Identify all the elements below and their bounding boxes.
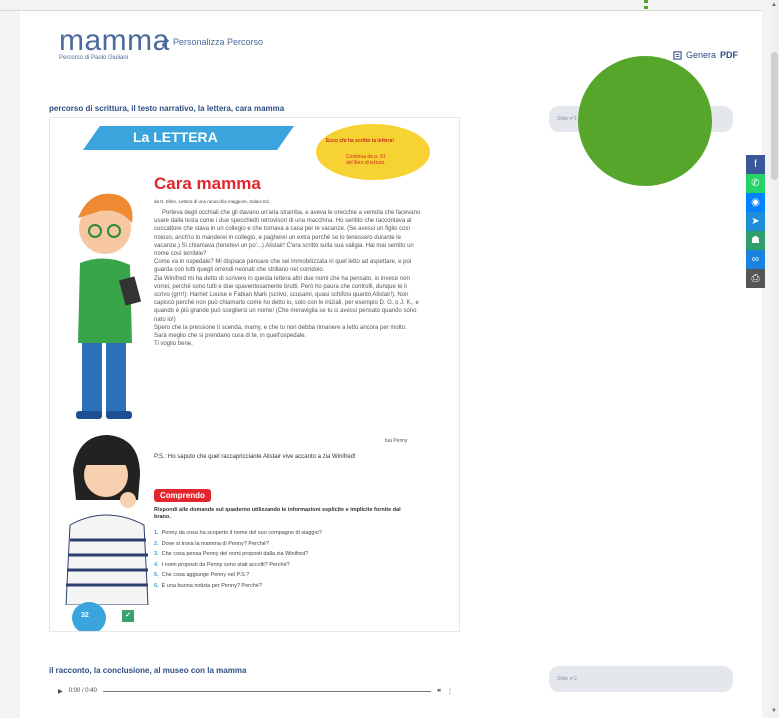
question-text: Penny da cosa ha scoperto il nome del su…	[161, 530, 322, 536]
audio-time: 0:00 / 0:40	[68, 688, 97, 694]
letter-paragraph: Spero che la pressione ti scenda, mamy, …	[154, 324, 407, 331]
personalize-link[interactable]: Personalizza Percorso	[161, 37, 263, 47]
page: mamma Personalizza Percorso Percorso di …	[0, 0, 779, 718]
sticker-top: Ecco chi ha scritto la lettera!	[326, 138, 395, 144]
author-line: Percorso di Paolo Giuliani	[59, 55, 129, 61]
letter-paragraph: Sarà meglio che si prendano cura di te, …	[154, 333, 307, 340]
book-sticker: Ecco chi ha scritto la lettera! Continua…	[316, 124, 430, 180]
letter-paragraph: Porteva degli occhiali che gli davano un…	[154, 210, 421, 258]
question-item: 4. I nomi proposti da Penny sono stati ac…	[154, 560, 322, 571]
page-number: 32	[72, 602, 106, 631]
question-text: Dove si trova la mamma di Penny? Perché?	[161, 540, 269, 547]
more-options-icon[interactable]: ⋮	[447, 688, 453, 695]
classroom-icon[interactable]: ☗	[746, 231, 765, 250]
green-circle[interactable]	[578, 56, 712, 186]
facebook-icon[interactable]: f	[746, 155, 765, 174]
pdf-icon	[673, 50, 682, 60]
question-item: 3. Che cosa pensa Penny dei nomi proposti…	[154, 549, 322, 560]
question-item: 5. Che cosa aggiunge Penny nel P.S.?	[154, 570, 322, 581]
scrollbar-thumb[interactable]	[771, 52, 778, 180]
pencil-icon	[161, 38, 170, 46]
letter-body: Porteva degli occhiali che gli davano un…	[154, 209, 424, 348]
question-number: 6.	[154, 582, 159, 589]
play-icon[interactable]: ▶	[58, 688, 63, 695]
scroll-down-icon[interactable]: ▼	[771, 708, 777, 714]
scroll-up-icon[interactable]: ▲	[771, 2, 777, 8]
slide-label-2[interactable]: Slide nº2	[549, 666, 733, 692]
boy-illustration	[76, 193, 142, 419]
question-text: È una buona notizia per Penny? Perché?	[161, 582, 262, 589]
question-number: 3.	[154, 551, 159, 557]
letter-byline: da N. Ellen, Lettera di una ranocchia ma…	[154, 199, 270, 204]
personalize-label: Personalizza Percorso	[173, 37, 264, 47]
letter-title: Cara mamma	[154, 174, 261, 193]
section-heading-1: percorso di scrittura, il testo narrativ…	[49, 104, 285, 113]
audio-player: ▶ 0:00 / 0:40 🔊︎ ⋮	[58, 685, 453, 697]
comprendo-badge: Comprendo	[154, 489, 211, 502]
publisher-logo-icon: ✓	[122, 610, 134, 622]
girl-illustration	[65, 435, 149, 605]
book-banner: La LETTERA	[83, 126, 294, 150]
question-text: Che cosa aggiunge Penny nel P.S.?	[161, 572, 250, 578]
letter-paragraph: Zia Winifred mi ha detto di scrivere in …	[154, 275, 419, 323]
pdf-label-bold: PDF	[720, 50, 739, 60]
volume-icon[interactable]: 🔊︎	[437, 688, 441, 695]
sticker-line-2: del libro di lettura.	[346, 160, 386, 166]
questions-list: 1. Penny da cosa ha scoperto il nome del …	[154, 528, 322, 591]
page-title: mamma	[59, 24, 170, 57]
question-item: 1. Penny da cosa ha scoperto il nome del …	[154, 528, 322, 539]
letter-paragraph: Come va in ospedale? Mi dispiace pensare…	[154, 259, 412, 274]
whatsapp-icon[interactable]: ✆	[746, 174, 765, 193]
question-item: 2. Dove si trova la mamma di Penny? Perch…	[154, 539, 322, 550]
question-item: 6. È una buona notizia per Penny? Perché?	[154, 581, 322, 592]
audio-progress-track[interactable]	[102, 690, 432, 692]
question-number: 1.	[154, 530, 159, 536]
question-number: 5.	[154, 572, 159, 578]
section-heading-2: il racconto, la conclusione, al museo co…	[49, 666, 247, 675]
letter-ps: P.S.: Ho saputo che quel raccapricciante…	[154, 454, 356, 460]
letter-signature: tua Penny	[385, 438, 408, 444]
question-text: I nomi proposti da Penny sono stati acco…	[161, 561, 290, 568]
questions-intro: Rispondi alle domande sul quaderno utili…	[154, 507, 401, 520]
letter-paragraph: Ti voglio bene,	[154, 341, 193, 348]
pdf-label-prefix: Genera	[686, 50, 717, 60]
question-number: 2.	[154, 540, 159, 547]
messenger-icon[interactable]: ◉	[746, 193, 765, 212]
question-text: Che cosa pensa Penny dei nomi proposti d…	[161, 551, 309, 557]
book-page-image: La LETTERA Ecco chi ha scritto la letter…	[49, 117, 460, 632]
sticker-text: Continua da p. 91 del libro di lettura.	[346, 154, 385, 166]
print-icon[interactable]: ⎙	[746, 269, 765, 288]
question-number: 4.	[154, 561, 159, 568]
telegram-icon[interactable]: ➤	[746, 212, 765, 231]
link-icon[interactable]: ∞	[746, 250, 765, 269]
generate-pdf-button[interactable]: Genera PDF	[673, 50, 738, 60]
